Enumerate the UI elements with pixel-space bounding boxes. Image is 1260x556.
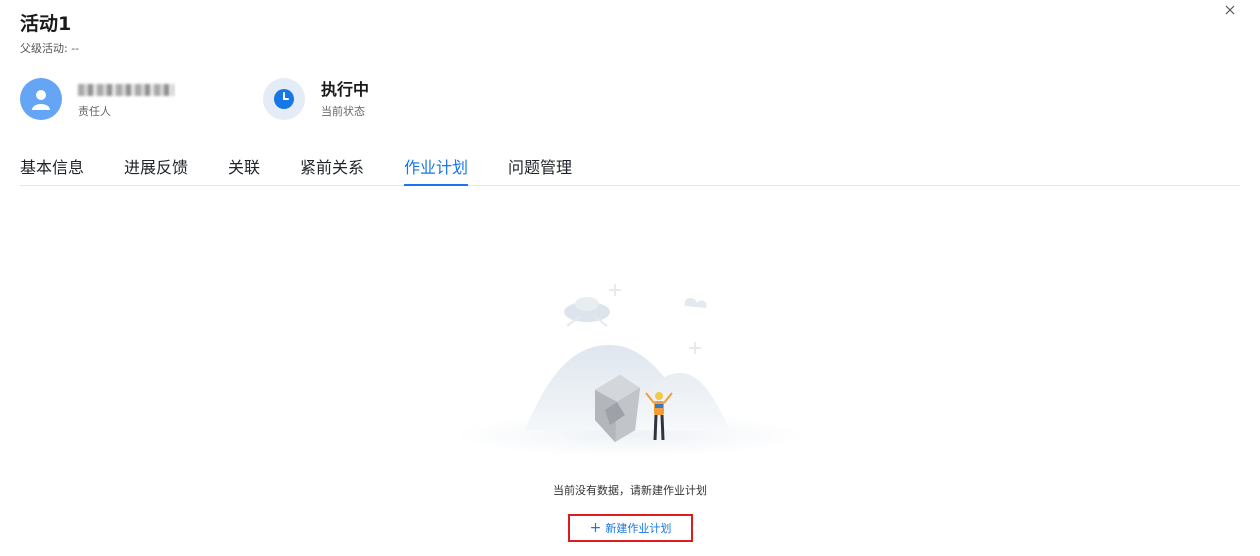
tab-work-plan[interactable]: 作业计划 bbox=[404, 154, 469, 186]
plus-icon: + bbox=[589, 520, 602, 536]
empty-state-illustration bbox=[455, 284, 805, 455]
tab-progress-feedback[interactable]: 进展反馈 bbox=[124, 154, 188, 178]
owner-card: 责任人 bbox=[20, 78, 174, 120]
close-icon[interactable] bbox=[1222, 2, 1240, 20]
tab-bar: 基本信息 进展反馈 关联 紧前关系 作业计划 问题管理 bbox=[20, 150, 1240, 186]
user-icon bbox=[20, 78, 62, 120]
new-work-plan-button[interactable]: + 新建作业计划 bbox=[568, 514, 693, 542]
page-title: 活动1 bbox=[20, 13, 72, 35]
status-card: 执行中 当前状态 bbox=[263, 78, 369, 120]
empty-state-message: 当前没有数据，请新建作业计划 bbox=[553, 484, 707, 497]
tab-related[interactable]: 关联 bbox=[228, 154, 260, 178]
owner-role-label: 责任人 bbox=[78, 104, 111, 118]
parent-activity: 父级活动: -- bbox=[20, 42, 80, 55]
new-work-plan-label: 新建作业计划 bbox=[605, 522, 672, 535]
tab-basic-info[interactable]: 基本信息 bbox=[20, 154, 84, 178]
tab-predecessors[interactable]: 紧前关系 bbox=[300, 154, 364, 178]
clock-icon bbox=[263, 78, 305, 120]
owner-name-redacted bbox=[78, 80, 174, 100]
tab-issue-management[interactable]: 问题管理 bbox=[508, 154, 572, 178]
status-label: 当前状态 bbox=[321, 104, 365, 118]
status-value: 执行中 bbox=[321, 79, 370, 99]
